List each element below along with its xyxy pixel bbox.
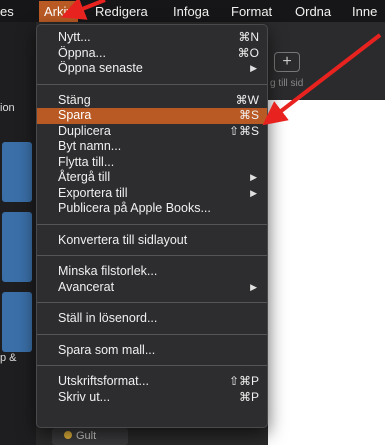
menu-item-label: Nytt... (58, 30, 91, 44)
submenu-arrow-icon: ▶ (250, 63, 257, 73)
menu-shortcut: ⌘O (237, 45, 259, 60)
menu-item-öppna-senaste[interactable]: Öppna senaste ▶ (37, 61, 267, 77)
menubar-item-format[interactable]: Format (231, 3, 272, 21)
page-thumbnail[interactable] (2, 292, 32, 352)
page-thumbnail[interactable] (2, 142, 32, 202)
menu-item-exportera-till[interactable]: Exportera till ▶ (37, 186, 267, 202)
menu-item-label: Minska filstorlek... (58, 264, 158, 278)
submenu-arrow-icon: ▶ (250, 172, 257, 182)
menu-separator (37, 83, 267, 85)
menu-item-label: Spara (58, 108, 92, 122)
menubar-item-inne[interactable]: Inne (352, 3, 377, 21)
menu-item-stäng[interactable]: Stäng ⌘W (37, 93, 267, 109)
menubar-item-arkiv[interactable]: Arkiv (39, 1, 78, 22)
menu-shortcut: ⌘W (235, 92, 259, 107)
menu-item-nytt[interactable]: Nytt... ⌘N (37, 30, 267, 46)
menu-item-byt-namn[interactable]: Byt namn... (37, 139, 267, 155)
submenu-arrow-icon: ▶ (250, 187, 257, 198)
menu-item-label: Ställ in lösenord... (58, 311, 158, 325)
menu-shortcut: ⇧⌘S (228, 123, 259, 138)
background-label: p & (0, 352, 17, 364)
menu-item-konvertera-till-sidlayout[interactable]: Konvertera till sidlayout (37, 233, 267, 249)
menu-separator (37, 223, 267, 225)
menu-item-label: Avancerat (58, 279, 115, 294)
page-thumbnail[interactable] (2, 212, 32, 282)
menu-separator (37, 255, 267, 256)
menu-item-minska-filstorlek[interactable]: Minska filstorlek... (37, 264, 267, 280)
menu-separator (37, 333, 267, 335)
menu-item-flytta-till[interactable]: Flytta till... (37, 155, 267, 171)
menubar-item[interactable]: es (0, 3, 14, 21)
menu-item-skriv-ut[interactable]: Skriv ut... ⌘P (37, 390, 267, 406)
menubar-item-redigera[interactable]: Redigera (95, 3, 148, 21)
menu-bar: es Arkiv Redigera Infoga Format Ordna In… (0, 0, 385, 22)
menu-item-label: Exportera till (58, 185, 128, 200)
menu-item-duplicera[interactable]: Duplicera ⇧⌘S (37, 124, 267, 140)
menubar-item-ordna[interactable]: Ordna (295, 3, 331, 21)
menu-item-öppna[interactable]: Öppna... ⌘O (37, 46, 267, 62)
background-label: ion (0, 102, 15, 114)
menu-item-spara-som-mall[interactable]: Spara som mall... (37, 343, 267, 359)
menu-item-label: Konvertera till sidlayout (58, 232, 188, 247)
yellow-dot-icon (64, 431, 72, 439)
menu-item-label: Spara som mall... (58, 342, 156, 357)
menu-shortcut: ⌘P (238, 389, 259, 404)
menu-item-spara[interactable]: Spara ⌘S (37, 108, 267, 124)
menu-separator (37, 302, 267, 303)
menu-item-avancerat[interactable]: Avancerat ▶ (37, 280, 267, 296)
menu-shortcut: ⌘N (238, 30, 259, 44)
menu-item-label: Duplicera (58, 123, 111, 138)
menu-item-label: Skriv ut... (58, 389, 111, 404)
add-page-button[interactable]: + (274, 52, 300, 72)
background-hint: g till sid (270, 78, 304, 89)
menu-item-label: Öppna... (58, 45, 106, 60)
menu-item-label: Flytta till... (58, 154, 115, 169)
menu-shortcut: ⌘S (238, 108, 259, 122)
menu-item-label: Utskriftsformat... (58, 374, 149, 388)
menu-item-label: Stäng (58, 92, 91, 107)
file-menu: Nytt... ⌘N Öppna... ⌘O Öppna senaste ▶ Stäng ⌘W… (36, 24, 268, 428)
menu-item-label: Öppna senaste (58, 61, 143, 75)
menu-item-ställ-in-lösenord[interactable]: Ställ in lösenord... (37, 311, 267, 327)
background-sidebar: ion p & (0, 22, 36, 445)
menu-item-label: Byt namn... (58, 139, 122, 153)
color-button-label: Gult (76, 430, 97, 442)
menu-item-label: Publicera på Apple Books... (58, 201, 211, 215)
menu-shortcut: ⇧⌘P (228, 374, 259, 388)
menu-separator (37, 365, 267, 366)
menu-item-publicera-på-apple-books[interactable]: Publicera på Apple Books... (37, 201, 267, 217)
menubar-item-infoga[interactable]: Infoga (173, 3, 209, 21)
submenu-arrow-icon: ▶ (250, 281, 257, 292)
color-button[interactable]: Gult (52, 428, 128, 445)
menu-item-utskriftsformat[interactable]: Utskriftsformat... ⇧⌘P (37, 374, 267, 390)
menu-item-återgå-till[interactable]: Återgå till ▶ (37, 170, 267, 186)
menu-item-label: Återgå till (58, 170, 111, 184)
